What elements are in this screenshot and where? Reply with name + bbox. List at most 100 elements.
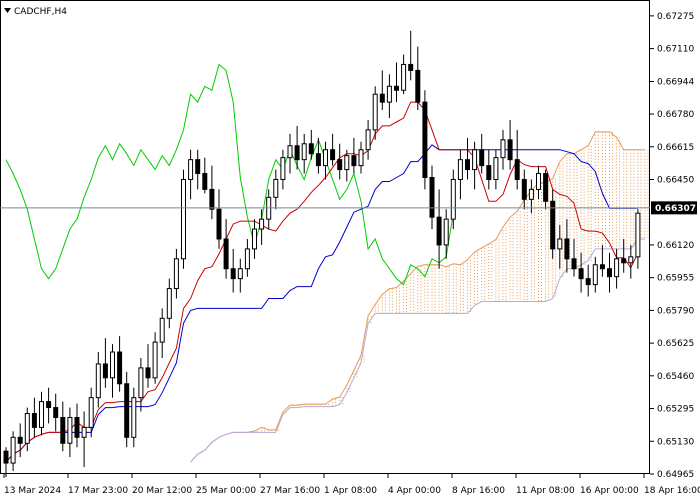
- price-axis-label: 0.65955: [657, 274, 694, 284]
- candle-body: [138, 367, 144, 399]
- candle-body: [479, 149, 485, 167]
- price-chart[interactable]: 0.67275 0.67110 0.66944 0.66780 0.66615 0.664…: [0, 0, 700, 500]
- price-axis-label: 0.66780: [657, 110, 694, 120]
- time-axis-label: 13 Mar 2024: [4, 486, 61, 496]
- candle-body: [550, 200, 556, 250]
- candle-body: [110, 351, 115, 379]
- candle-body: [301, 143, 307, 161]
- candle-body: [450, 178, 456, 220]
- candle-body: [422, 101, 428, 179]
- candle-body: [209, 188, 215, 210]
- candle-body: [188, 159, 194, 180]
- candle-body: [216, 208, 222, 240]
- candle-body: [415, 69, 421, 103]
- candle-body: [514, 159, 520, 180]
- candle-body: [223, 238, 229, 270]
- candle-body: [564, 238, 570, 260]
- candle-body: [628, 256, 634, 264]
- candle-body: [294, 145, 300, 161]
- candle-body: [166, 288, 172, 319]
- candle-body: [351, 155, 357, 167]
- candle-body: [53, 407, 59, 418]
- candle-body: [607, 268, 612, 278]
- candle-body: [145, 367, 151, 379]
- time-axis-label: 20 Mar 12:00: [132, 486, 192, 496]
- candle-body: [337, 159, 343, 171]
- time-axis-label: 17 Mar 23:00: [68, 486, 128, 496]
- candle-body: [280, 157, 286, 180]
- price-axis-label: 0.67275: [657, 12, 694, 22]
- candle-body: [31, 413, 37, 428]
- candle-body: [429, 177, 435, 218]
- time-axis-label: 18 Apr 16:00: [644, 486, 700, 496]
- candle-body: [17, 436, 23, 444]
- candle-body: [394, 85, 399, 91]
- candle-body: [486, 165, 492, 180]
- candle-body: [60, 416, 66, 444]
- time-axis-label: 11 Apr 08:00: [516, 486, 575, 496]
- candle-body: [159, 317, 165, 343]
- price-axis-label: 0.66120: [657, 241, 694, 251]
- price-axis-label: 0.64965: [657, 470, 694, 480]
- candle-body: [500, 139, 506, 159]
- time-axis-label: 27 Mar 16:00: [260, 486, 320, 496]
- candle-body: [3, 450, 9, 464]
- candle-body: [230, 268, 236, 280]
- time-axis-label: 4 Apr 00:00: [388, 486, 441, 496]
- candle-body: [507, 139, 513, 161]
- candle-body: [599, 264, 605, 270]
- candle-body: [81, 426, 87, 438]
- candle-body: [124, 383, 130, 438]
- price-axis-label: 0.66615: [657, 143, 694, 153]
- candle-body: [436, 216, 442, 246]
- candle-body: [465, 159, 470, 171]
- candle-body: [358, 149, 364, 167]
- candle-body: [308, 143, 314, 155]
- time-axis-label: 8 Apr 16:00: [452, 486, 505, 496]
- candle-body: [493, 157, 499, 180]
- price-axis: 0.67275 0.67110 0.66944 0.66780 0.66615 0.664…: [650, 12, 694, 480]
- candle-body: [252, 228, 257, 250]
- candle-body: [536, 173, 541, 190]
- candle-body: [273, 178, 279, 198]
- current-price-tag: 0.66307: [651, 201, 697, 215]
- candle-body: [344, 155, 350, 171]
- candle-body: [24, 413, 30, 444]
- candle-body: [543, 173, 549, 202]
- candle-body: [152, 341, 158, 379]
- candle-body: [88, 397, 94, 428]
- candle-body: [330, 149, 336, 161]
- candle-body: [614, 258, 620, 278]
- candle-body: [195, 159, 201, 175]
- candle-body: [74, 416, 80, 438]
- candle-body: [173, 258, 179, 290]
- candle-body: [443, 218, 449, 246]
- time-axis-label: 16 Apr 00:00: [580, 486, 639, 496]
- candle-body: [131, 397, 137, 438]
- candle-body: [585, 278, 591, 286]
- time-axis-label: 25 Mar 00:00: [196, 486, 256, 496]
- price-axis-label: 0.65790: [657, 306, 694, 316]
- symbol-header[interactable]: CADCHF,H4: [4, 7, 67, 17]
- candle-body: [635, 212, 641, 258]
- price-axis-label: 0.65460: [657, 372, 694, 382]
- candle-body: [117, 351, 123, 385]
- candle-body: [315, 153, 321, 167]
- candle-body: [592, 264, 598, 286]
- candle-body: [259, 218, 265, 230]
- candle-body: [46, 401, 52, 409]
- current-price-label: 0.66307: [655, 204, 696, 214]
- candle-body: [202, 173, 208, 190]
- price-axis-label: 0.65295: [657, 405, 694, 415]
- candle-body: [557, 238, 563, 250]
- candle-body: [457, 159, 463, 180]
- candle-body: [67, 416, 73, 444]
- price-axis-label: 0.66944: [657, 78, 694, 88]
- candle-body: [578, 268, 584, 280]
- candle-body: [10, 436, 16, 464]
- candle-body: [181, 178, 186, 260]
- candle-body: [323, 149, 328, 167]
- candle-body: [244, 248, 250, 270]
- price-axis-label: 0.67110: [657, 45, 694, 55]
- price-axis-label: 0.65130: [657, 437, 694, 447]
